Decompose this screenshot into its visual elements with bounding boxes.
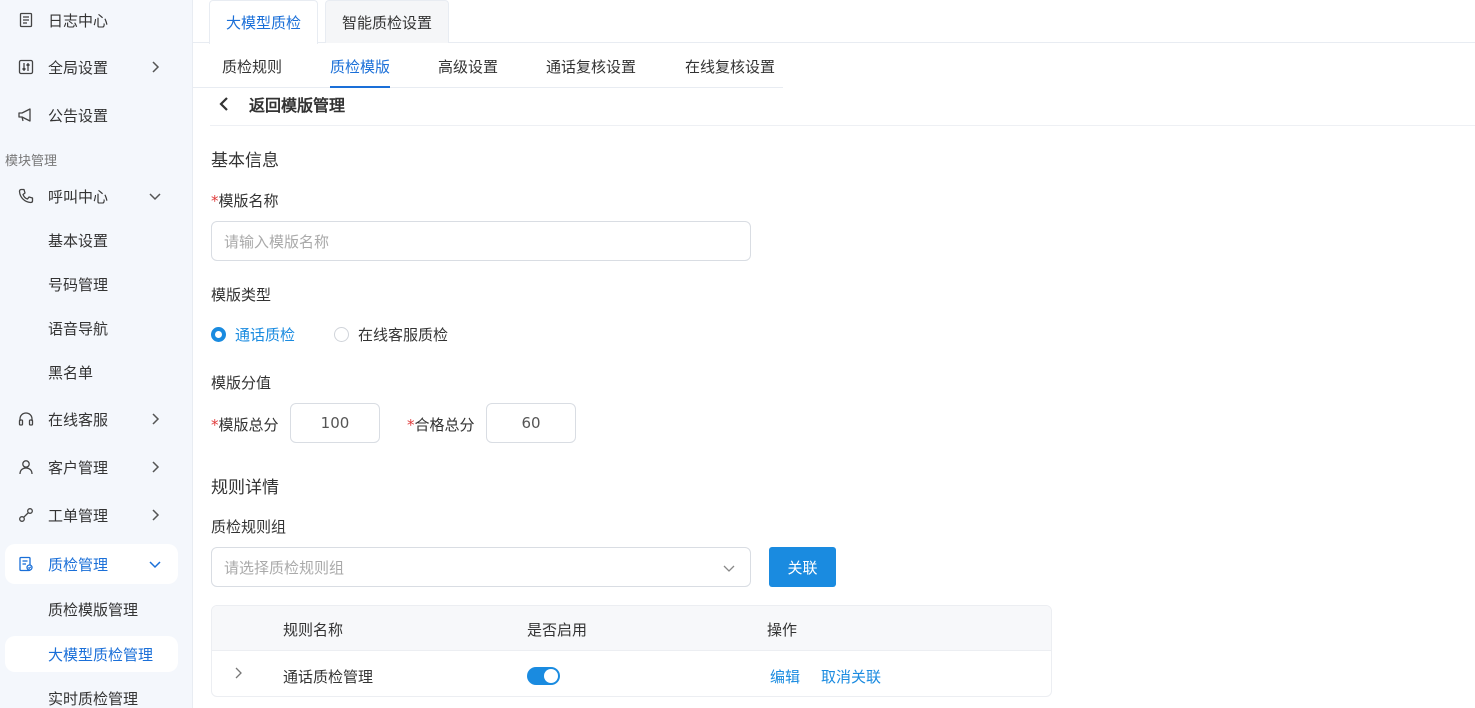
sidebar-item-label: 工单管理 <box>48 506 109 525</box>
radio-call-quality[interactable]: 通话质检 <box>211 324 295 345</box>
back-to-template-management[interactable]: 返回模版管理 <box>249 92 345 116</box>
tool-icon <box>17 506 35 524</box>
sidebar-sub-voice-navigation[interactable]: 语音导航 <box>0 310 193 346</box>
required-mark: * <box>211 416 219 434</box>
chevron-down-icon <box>148 557 162 571</box>
tab-quality-templates[interactable]: 质检模版 <box>330 44 391 88</box>
sidebar-sub-label: 黑名单 <box>48 363 94 382</box>
sidebar-item-global-settings[interactable]: 全局设置 <box>0 47 193 87</box>
user-icon <box>17 458 35 476</box>
sidebar-item-ticket-management[interactable]: 工单管理 <box>0 495 193 535</box>
chevron-right-icon <box>148 412 162 426</box>
chevron-down-icon <box>148 189 162 203</box>
rule-group-placeholder: 请选择质检规则组 <box>224 558 345 577</box>
sidebar-sub-label: 大模型质检管理 <box>48 645 154 664</box>
total-score-input[interactable]: 100 <box>290 403 380 443</box>
radio-dot <box>211 327 226 342</box>
template-name-label: *模版名称 <box>211 190 279 211</box>
col-rule-name: 规则名称 <box>283 621 344 639</box>
sidebar-item-label: 呼叫中心 <box>48 187 109 206</box>
total-score-label-text: 模版总分 <box>218 416 279 434</box>
tab-advanced-settings[interactable]: 高级设置 <box>438 44 498 88</box>
sidebar-sub-llm-quality-management[interactable]: 大模型质检管理 <box>5 636 178 672</box>
sidebar-item-label: 全局设置 <box>48 58 109 77</box>
radio-dot <box>334 327 349 342</box>
enabled-toggle[interactable] <box>527 667 560 685</box>
col-actions: 操作 <box>767 621 798 639</box>
sidebar-sub-basic-settings[interactable]: 基本设置 <box>0 222 193 258</box>
sidebar-item-label: 日志中心 <box>48 11 109 30</box>
sub-tab-bar: 质检规则 质检模版 高级设置 通话复核设置 在线复核设置 <box>193 44 783 88</box>
basic-info-title: 基本信息 <box>211 151 279 171</box>
rule-name-cell: 通话质检管理 <box>283 668 374 686</box>
sidebar-sub-label: 质检模版管理 <box>48 600 139 619</box>
rules-detail-title: 规则详情 <box>211 478 279 498</box>
sidebar-item-label: 客户管理 <box>48 458 109 477</box>
total-score-label: *模版总分 <box>211 414 279 435</box>
template-name-input[interactable]: 请输入模版名称 <box>211 221 751 261</box>
radio-online-service-quality[interactable]: 在线客服质检 <box>334 324 448 345</box>
sidebar-sub-blacklist[interactable]: 黑名单 <box>0 354 193 390</box>
sidebar-sub-label: 号码管理 <box>48 275 109 294</box>
sidebar-item-label: 质检管理 <box>48 555 109 574</box>
pass-score-input[interactable]: 60 <box>486 403 576 443</box>
sidebar-sub-number-management[interactable]: 号码管理 <box>0 266 193 302</box>
template-score-title: 模版分值 <box>211 374 272 392</box>
sidebar-sub-realtime-quality-management[interactable]: 实时质检管理 <box>0 680 193 708</box>
chevron-right-icon <box>148 60 162 74</box>
tab-quality-rules[interactable]: 质检规则 <box>222 44 282 88</box>
link-button[interactable]: 关联 <box>769 547 836 587</box>
sidebar-item-label: 公告设置 <box>48 106 109 125</box>
pass-score-label-text: 合格总分 <box>414 416 475 434</box>
sidebar-sub-label: 基本设置 <box>48 231 109 250</box>
rule-group-label: 质检规则组 <box>211 518 287 536</box>
back-bar: 返回模版管理 <box>210 88 1475 126</box>
sidebar-item-announcement[interactable]: 公告设置 <box>0 95 193 135</box>
sidebar-item-label: 在线客服 <box>48 410 109 429</box>
log-icon <box>17 11 35 29</box>
chevron-right-icon <box>148 460 162 474</box>
sidebar-sub-label: 语音导航 <box>48 319 109 338</box>
headset-icon <box>17 410 35 428</box>
megaphone-icon <box>17 106 35 124</box>
template-type-label: 模版类型 <box>211 286 272 304</box>
required-mark: * <box>211 192 219 210</box>
edit-link[interactable]: 编辑 <box>770 666 800 687</box>
top-tab-bar: 大模型质检 智能质检设置 <box>193 0 1475 44</box>
radio-label: 在线客服质检 <box>358 326 449 344</box>
settings-icon <box>17 58 35 76</box>
table-row: 通话质检管理 编辑 取消关联 <box>212 651 1051 696</box>
phone-icon <box>17 187 35 205</box>
required-mark: * <box>407 416 415 434</box>
tab-online-review-settings[interactable]: 在线复核设置 <box>685 44 775 88</box>
rule-group-select[interactable]: 请选择质检规则组 <box>211 547 751 587</box>
sidebar-item-quality-management[interactable]: 质检管理 <box>5 544 178 584</box>
tab-call-review-settings[interactable]: 通话复核设置 <box>546 44 636 88</box>
unlink-link[interactable]: 取消关联 <box>821 666 881 687</box>
sidebar-sub-label: 实时质检管理 <box>48 689 139 708</box>
sidebar-item-online-service[interactable]: 在线客服 <box>0 399 193 439</box>
tab-smart-quality-settings[interactable]: 智能质检设置 <box>325 0 450 43</box>
chevron-down-icon <box>722 561 736 575</box>
inspection-icon <box>17 555 35 573</box>
radio-label: 通话质检 <box>235 326 296 344</box>
rules-table: 规则名称 是否启用 操作 通话质检管理 编辑 取消关联 <box>211 605 1052 697</box>
chevron-right-icon[interactable] <box>231 666 245 680</box>
sidebar-section-label: 模块管理 <box>5 154 58 169</box>
template-name-label-text: 模版名称 <box>218 192 279 210</box>
chevron-left-icon[interactable] <box>214 94 234 114</box>
template-name-placeholder: 请输入模版名称 <box>224 232 330 251</box>
tab-llm-quality[interactable]: 大模型质检 <box>209 0 319 44</box>
chevron-right-icon <box>148 508 162 522</box>
pass-score-label: *合格总分 <box>407 414 475 435</box>
sidebar-item-customer-management[interactable]: 客户管理 <box>0 447 193 487</box>
sidebar: 日志中心 全局设置 公告设置 模块管理 呼叫中心 基本设置 号码管理 语音导航 … <box>0 0 193 708</box>
sidebar-sub-template-management[interactable]: 质检模版管理 <box>0 591 193 627</box>
sidebar-item-log-center[interactable]: 日志中心 <box>0 0 193 40</box>
col-enabled: 是否启用 <box>527 621 588 639</box>
table-header: 规则名称 是否启用 操作 <box>212 606 1051 651</box>
sidebar-item-call-center[interactable]: 呼叫中心 <box>0 176 193 216</box>
